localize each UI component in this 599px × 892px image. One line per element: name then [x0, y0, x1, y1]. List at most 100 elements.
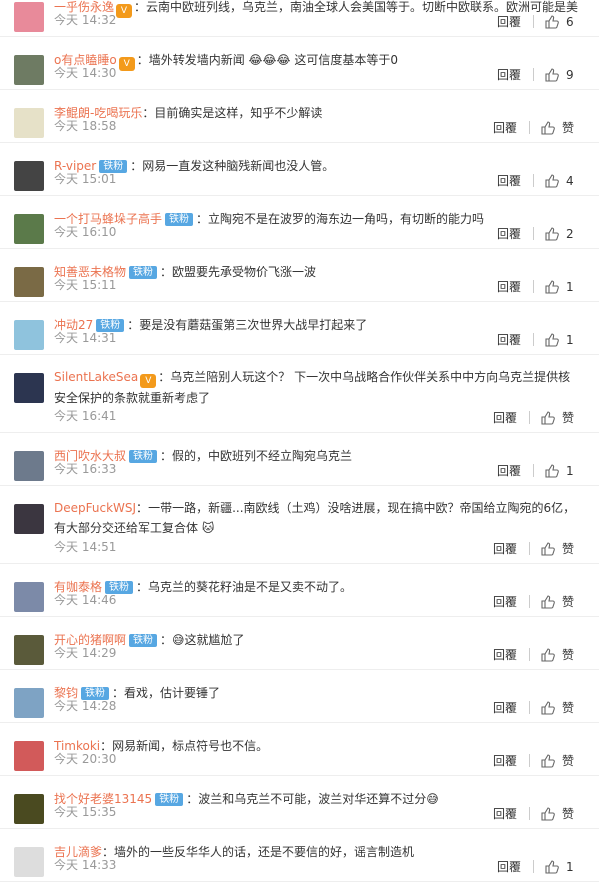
divider	[533, 280, 534, 293]
like-count: 赞	[561, 411, 574, 425]
thumbs-up-icon[interactable]	[544, 332, 560, 348]
thumbs-up-icon[interactable]	[540, 806, 556, 822]
reply-button[interactable]: 回覆	[497, 278, 521, 295]
like-count: 9	[566, 67, 574, 82]
colon: ：	[136, 53, 149, 67]
comment-text: 乌克兰的葵花籽油是不是又卖不动了。	[148, 580, 353, 594]
reply-button[interactable]: 回覆	[493, 805, 517, 822]
comment-text: 网易一直发这种脑残新闻也没人管。	[142, 159, 335, 173]
thumbs-up-icon[interactable]	[540, 700, 556, 716]
like-count: 赞	[561, 121, 574, 135]
reply-button[interactable]: 回覆	[497, 331, 521, 348]
thumbs-up-icon[interactable]	[544, 14, 560, 30]
avatar[interactable]	[14, 451, 44, 481]
avatar[interactable]	[14, 635, 44, 665]
reply-button[interactable]: 回覆	[497, 225, 521, 242]
divider	[528, 121, 530, 134]
thumbs-up-icon[interactable]	[540, 647, 556, 663]
colon: ：	[142, 106, 155, 120]
like-count: 赞	[561, 542, 574, 556]
like-count: 赞	[561, 648, 574, 662]
colon: ：	[196, 212, 209, 226]
comment-time: 今天 14:33	[54, 858, 117, 872]
reply-button[interactable]: 回覆	[497, 462, 521, 479]
reply-button[interactable]: 回覆	[493, 540, 517, 557]
avatar[interactable]	[14, 373, 44, 403]
reply-button[interactable]: 回覆	[493, 752, 517, 769]
colon: ：	[186, 792, 199, 806]
like-count: 1	[566, 332, 574, 347]
thumbs-up-icon[interactable]	[540, 594, 556, 610]
divider	[528, 648, 530, 661]
reply-button[interactable]: 回覆	[493, 646, 517, 663]
avatar[interactable]	[14, 847, 44, 877]
comment-text: 立陶宛不是在波罗的海东边一角吗，有切断的能力吗	[208, 212, 485, 226]
reply-button[interactable]: 回覆	[493, 409, 517, 426]
like-count: 6	[566, 14, 574, 29]
thumbs-up-icon[interactable]	[544, 279, 560, 295]
comment-text: 目前确实是这样，知乎不少解读	[154, 106, 323, 120]
reply-button[interactable]: 回覆	[497, 858, 521, 875]
avatar[interactable]	[14, 214, 44, 244]
divider	[533, 15, 534, 28]
like-count: 1	[566, 859, 574, 874]
avatar[interactable]	[14, 2, 44, 32]
reply-button[interactable]: 回覆	[497, 172, 521, 189]
comment-item: 找个好老婆13145 铁粉 ：波兰和乌克兰不可能，波兰对华还算不过分😅 今天 15:…	[0, 776, 599, 829]
thumbs-up-icon[interactable]	[540, 120, 556, 136]
username-link[interactable]: SilentLakeSea	[54, 370, 138, 384]
colon: ：	[127, 318, 140, 332]
comment-item: 开心的猪啊啊 铁粉 ：😅这就尴尬了 今天 14:29 回覆 赞	[0, 617, 599, 670]
avatar[interactable]	[14, 161, 44, 191]
thumbs-up-icon[interactable]	[544, 226, 560, 242]
comment-actions: 回覆 1	[497, 462, 574, 479]
thumbs-up-icon[interactable]	[540, 410, 556, 426]
avatar[interactable]	[14, 794, 44, 824]
comment-item: 一个打马蜂垛子高手 铁粉 ：立陶宛不是在波罗的海东边一角吗，有切断的能力吗 今天 1…	[0, 196, 599, 249]
colon: ：	[158, 370, 171, 384]
thumbs-up-icon[interactable]	[544, 173, 560, 189]
avatar[interactable]	[14, 108, 44, 138]
comment-item: 知善恶未格物 铁粉 ：欧盟要先承受物价飞涨一波 今天 15:11 回覆 1	[0, 249, 599, 302]
like-count: 2	[566, 226, 574, 241]
vip-icon: V	[140, 374, 157, 388]
thumbs-up-icon[interactable]	[544, 463, 560, 479]
thumbs-up-icon[interactable]	[544, 859, 560, 875]
comment-actions: 回覆 赞	[493, 540, 574, 557]
divider	[528, 411, 530, 424]
reply-button[interactable]: 回覆	[493, 119, 517, 136]
avatar[interactable]	[14, 741, 44, 771]
reply-button[interactable]: 回覆	[493, 699, 517, 716]
thumbs-up-icon[interactable]	[544, 67, 560, 83]
comment-time: 今天 16:10	[54, 225, 117, 239]
comment-time: 今天 14:30	[54, 66, 117, 80]
comment-actions: 回覆 1	[497, 331, 574, 348]
avatar[interactable]	[14, 267, 44, 297]
comment-time: 今天 15:01	[54, 172, 117, 186]
thumbs-up-icon[interactable]	[540, 541, 556, 557]
avatar[interactable]	[14, 688, 44, 718]
colon: ：	[136, 580, 149, 594]
reply-button[interactable]: 回覆	[497, 66, 521, 83]
thumbs-up-icon[interactable]	[540, 753, 556, 769]
reply-button[interactable]: 回覆	[497, 13, 521, 30]
comment-actions: 回覆 赞	[493, 593, 574, 610]
reply-button[interactable]: 回覆	[493, 593, 517, 610]
divider	[528, 754, 530, 767]
comment-text: 欧盟要先承受物价飞涨一波	[172, 265, 317, 279]
avatar[interactable]	[14, 320, 44, 350]
avatar[interactable]	[14, 55, 44, 85]
like-count: 4	[566, 173, 574, 188]
avatar[interactable]	[14, 582, 44, 612]
avatar[interactable]	[14, 504, 44, 534]
divider	[528, 595, 530, 608]
username-link[interactable]: DeepFuckWSJ	[54, 501, 136, 515]
comment-item: o有点瞌睡o V ：墙外转发墙内新闻 😂😂😂 这可信度基本等于0 今天 14:30 …	[0, 37, 599, 90]
comment-time: 今天 15:11	[54, 278, 117, 292]
comment-time: 今天 20:30	[54, 752, 117, 766]
comment-item: R-viper 铁粉 ：网易一直发这种脑残新闻也没人管。 今天 15:01 回覆 4	[0, 143, 599, 196]
comment-text: 网易新闻，标点符号也不信。	[112, 739, 269, 753]
comment-time: 今天 14:51	[54, 540, 117, 554]
comment-actions: 回覆 赞	[493, 646, 574, 663]
colon: ：	[160, 449, 173, 463]
